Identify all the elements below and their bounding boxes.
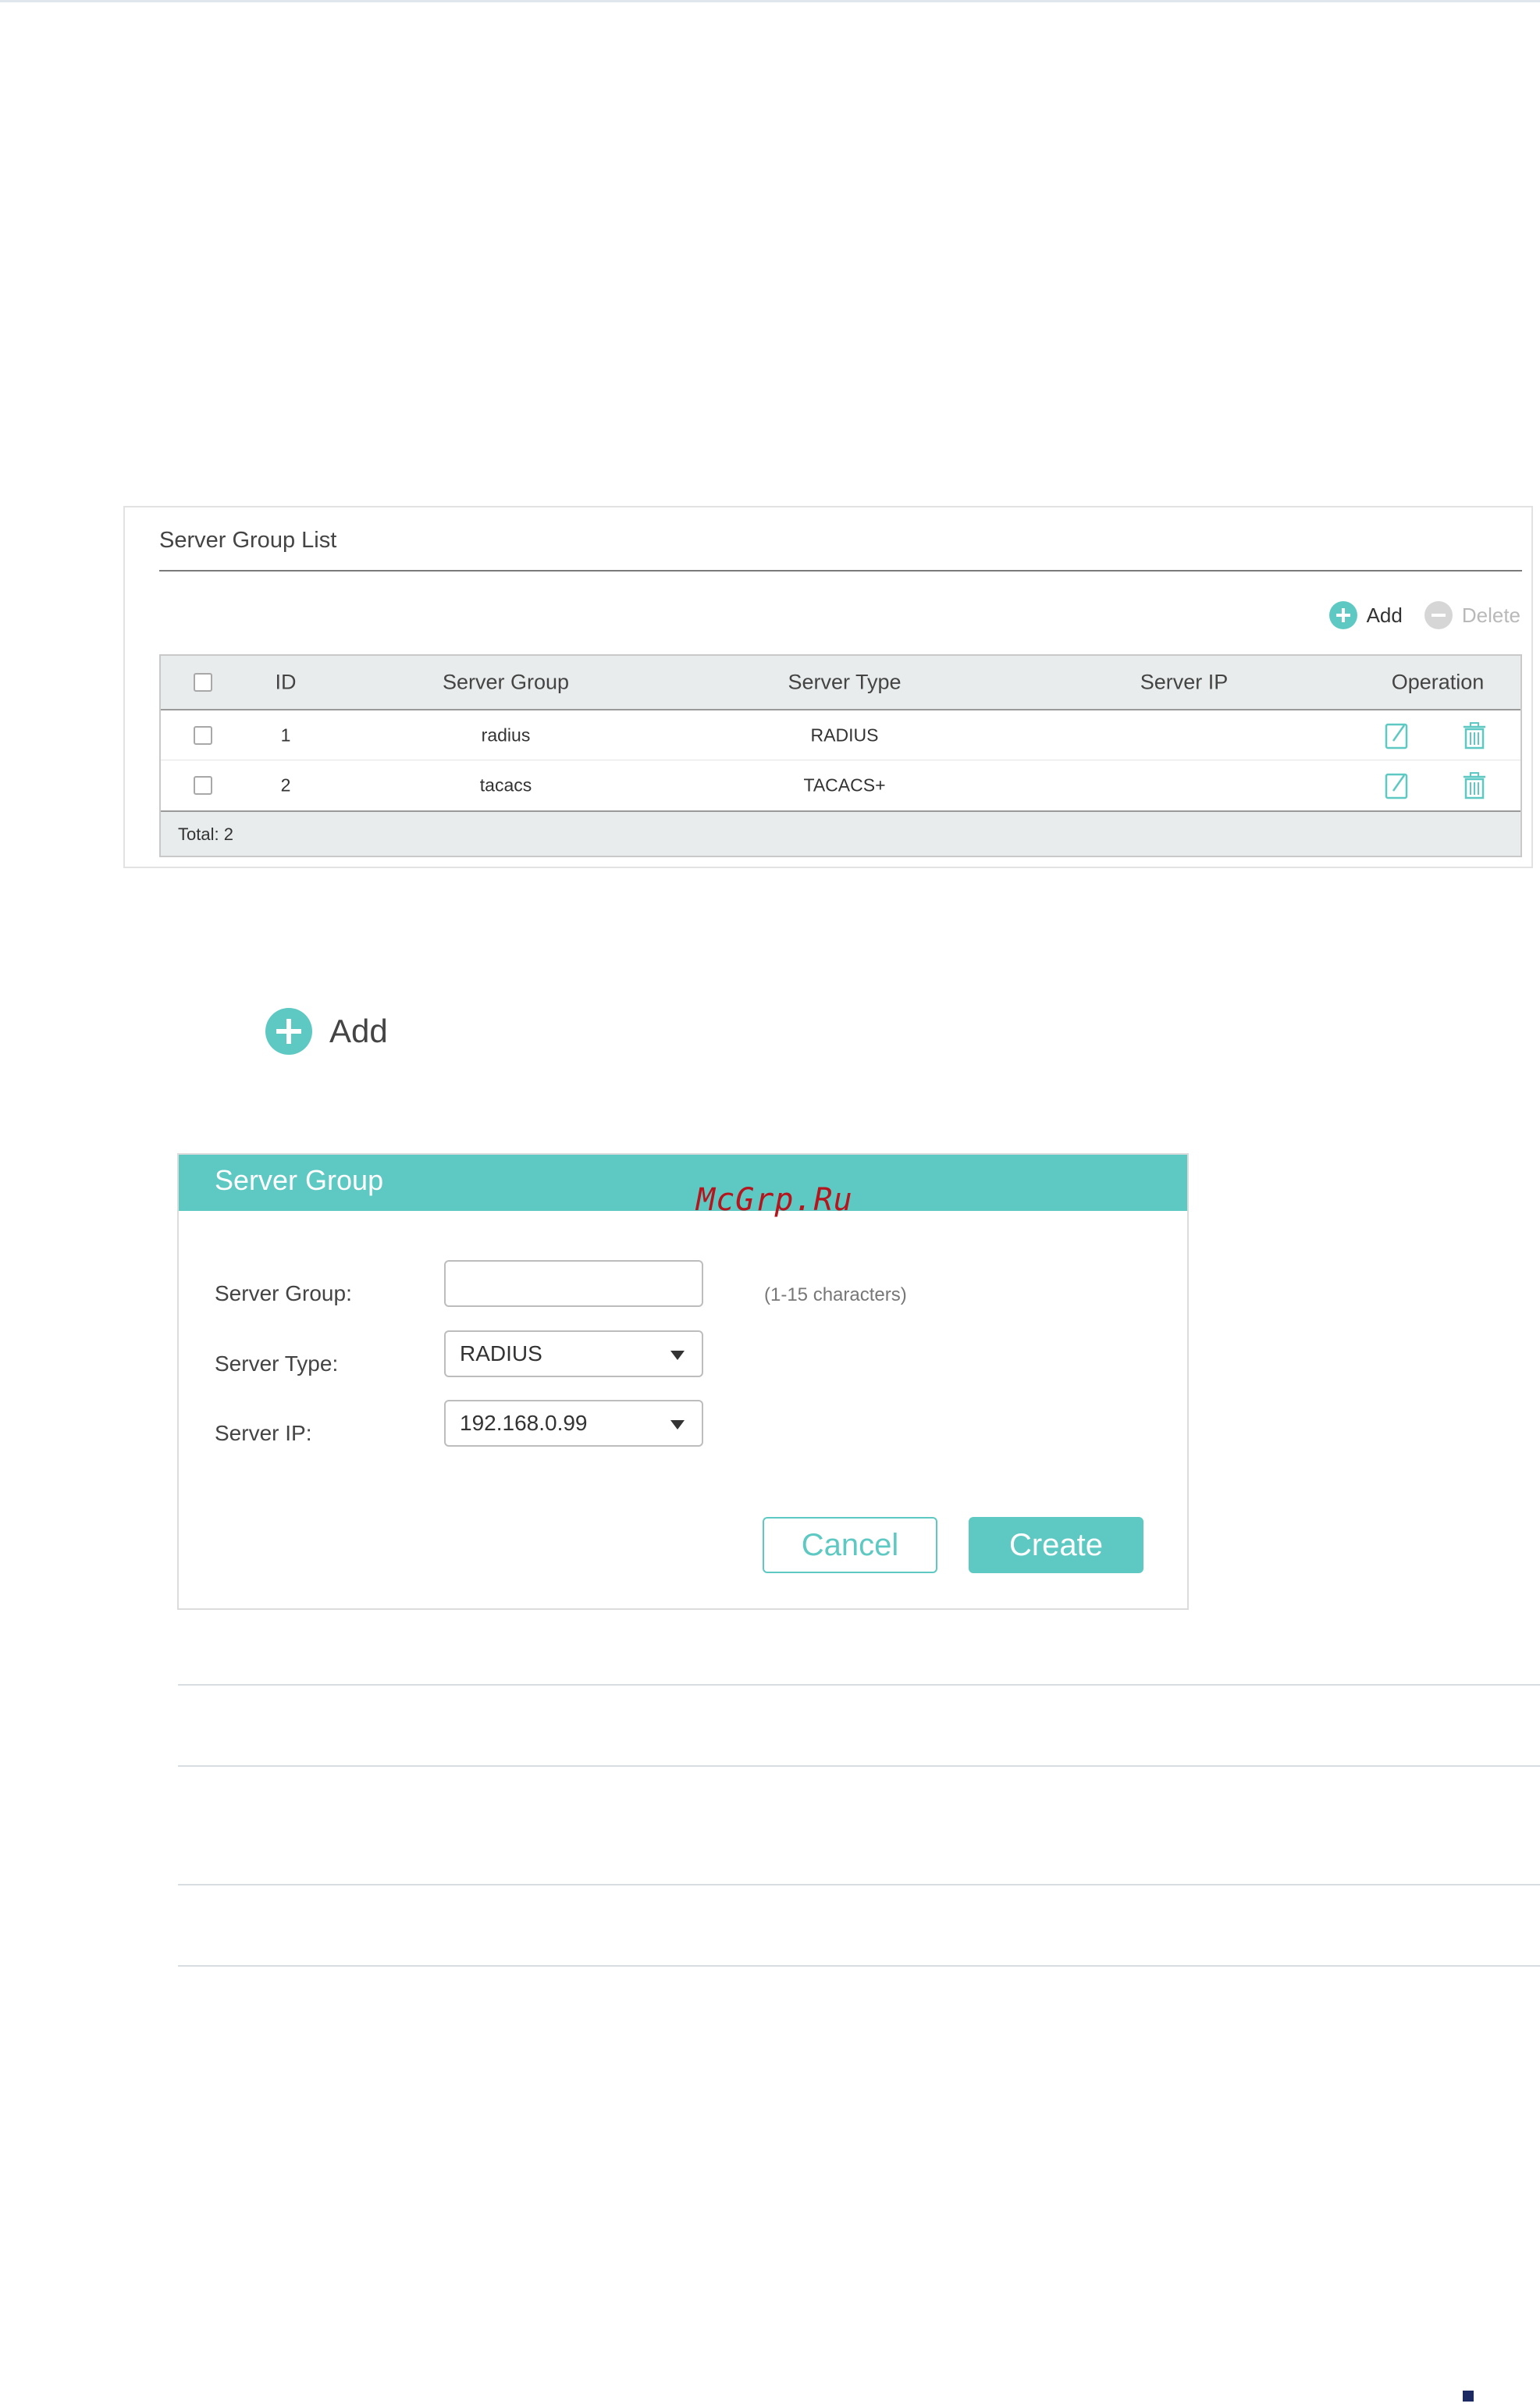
delete-button-label: Delete (1461, 603, 1520, 627)
row-id: 1 (280, 725, 291, 745)
plus-circle-icon (1328, 601, 1357, 629)
row-id: 2 (280, 774, 291, 796)
row-server-type: TACACS+ (803, 774, 886, 796)
row-checkbox[interactable] (194, 776, 212, 795)
divider-line (178, 1884, 1540, 1885)
column-header-server-group: Server Group (442, 670, 570, 694)
column-header-operation: Operation (1391, 670, 1485, 694)
row-server-group: radius (481, 725, 531, 745)
total-count: Total: 2 (178, 824, 233, 844)
minus-circle-icon (1424, 601, 1453, 629)
server-group-table: ID Server Group Server Type Server IP Op… (159, 654, 1522, 857)
plus-circle-icon (265, 1008, 312, 1055)
server-type-value: RADIUS (460, 1341, 542, 1366)
column-header-server-type: Server Type (788, 670, 902, 694)
table-toolbar: Add Delete (1328, 601, 1520, 629)
server-group-list-panel: Server Group List Add Delete ID Server G… (123, 506, 1533, 868)
cancel-button[interactable]: Cancel (763, 1517, 937, 1573)
server-group-label: Server Group: (215, 1281, 352, 1305)
row-checkbox[interactable] (194, 725, 212, 745)
server-group-dialog: Server Group Server Group: (1-15 charact… (177, 1153, 1189, 1610)
dropdown-arrow-icon (670, 1420, 685, 1430)
row-server-group: tacacs (479, 774, 532, 796)
column-header-server-ip: Server IP (1140, 670, 1229, 694)
divider-line (178, 1684, 1540, 1686)
panel-title: Server Group List (159, 528, 337, 553)
dialog-header: Server Group (179, 1155, 1187, 1211)
server-group-input[interactable] (444, 1260, 703, 1307)
server-ip-label: Server IP: (215, 1421, 312, 1445)
add-button[interactable]: Add (1328, 601, 1403, 629)
table-footer: Total: 2 (161, 810, 1520, 856)
trash-icon[interactable] (1461, 771, 1488, 800)
table-row: 2 tacacs TACACS+ (161, 760, 1520, 810)
divider-line (178, 1765, 1540, 1767)
server-group-hint: (1-15 characters) (764, 1284, 907, 1305)
dialog-title: Server Group (215, 1164, 384, 1196)
column-header-id: ID (275, 670, 297, 694)
edit-icon[interactable] (1384, 771, 1410, 800)
dropdown-arrow-icon (670, 1351, 685, 1360)
server-ip-select[interactable]: 192.168.0.99 (444, 1400, 703, 1447)
table-row: 1 radius RADIUS (161, 710, 1520, 760)
panel-divider (159, 570, 1522, 571)
add-button-large[interactable]: Add (265, 1008, 388, 1055)
top-divider (0, 0, 1540, 2)
select-all-checkbox[interactable] (194, 673, 212, 692)
trash-icon[interactable] (1461, 721, 1488, 750)
corner-marker (1463, 2391, 1474, 2402)
add-button-large-label: Add (329, 1013, 388, 1049)
delete-button[interactable]: Delete (1424, 601, 1520, 629)
edit-icon[interactable] (1384, 721, 1410, 750)
create-button[interactable]: Create (969, 1517, 1143, 1573)
watermark: McGrp.Ru (696, 1182, 853, 1218)
add-button-label: Add (1366, 603, 1403, 627)
row-server-type: RADIUS (810, 725, 879, 745)
server-type-select[interactable]: RADIUS (444, 1330, 703, 1377)
server-type-label: Server Type: (215, 1351, 339, 1376)
divider-line (178, 1965, 1540, 1967)
server-ip-value: 192.168.0.99 (460, 1411, 588, 1435)
table-header: ID Server Group Server Type Server IP Op… (161, 656, 1520, 710)
